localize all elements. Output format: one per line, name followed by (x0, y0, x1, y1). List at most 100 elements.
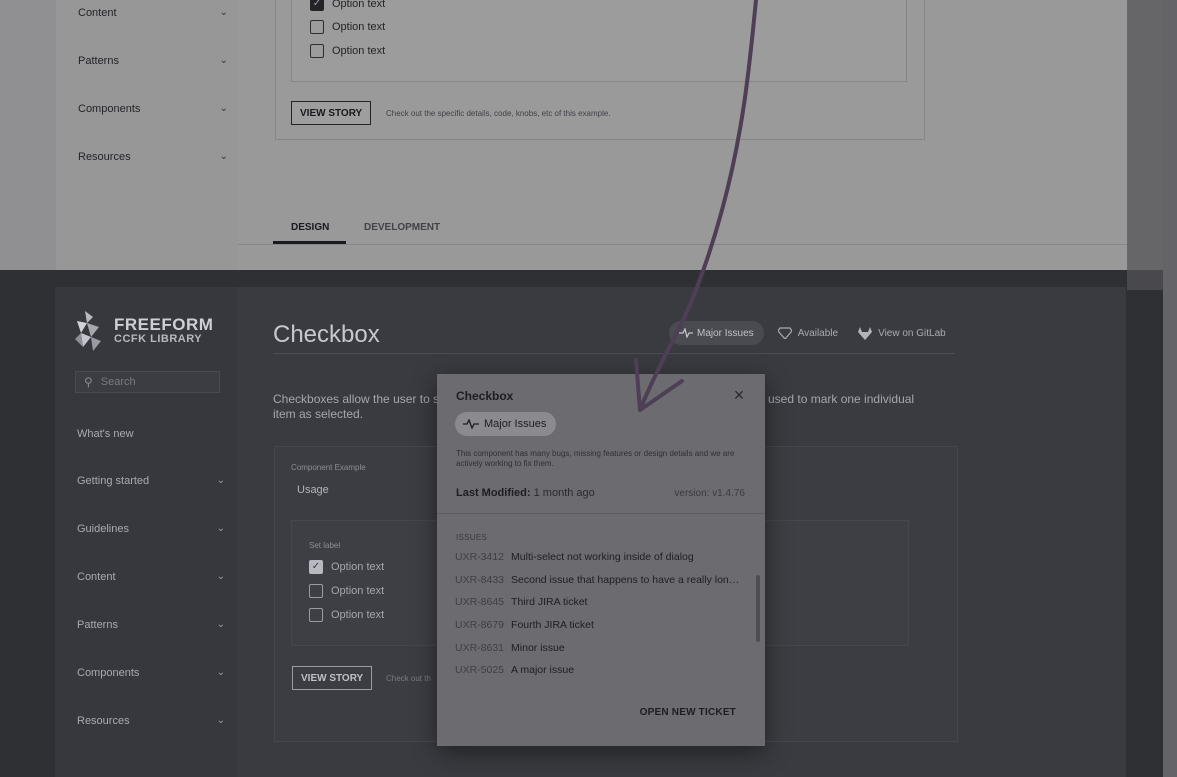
top-checkbox-3[interactable]: Option text (310, 44, 385, 58)
issue-row[interactable]: UXR-5025 A major issue (455, 664, 751, 678)
issues-dialog: Checkbox × Major Issues This component h… (437, 374, 765, 746)
freeform-logo-icon (75, 311, 101, 351)
checkbox-3[interactable]: Option text (309, 608, 384, 622)
checkbox-box (310, 44, 324, 58)
description-right: used to mark one individual (768, 392, 915, 406)
available-label: Available (797, 327, 839, 339)
edge-shade (1127, 0, 1163, 290)
chevron-down-icon: ⌄ (219, 103, 228, 114)
chevron-down-icon: ⌄ (216, 571, 225, 582)
top-nav-label: Resources (78, 151, 131, 163)
checkbox-1[interactable]: ✓ Option text (309, 560, 384, 574)
issue-id: UXR-3412 (455, 551, 505, 563)
chevron-down-icon: ⌄ (216, 619, 225, 630)
logo-title: FREEFORM (114, 315, 214, 334)
sidebar-item-guidelines[interactable]: Guidelines ⌄ (77, 523, 225, 535)
issue-text: Multi-select not working inside of dialo… (511, 551, 694, 563)
last-modified-label: Last Modified: (456, 487, 531, 499)
view-story-button[interactable]: VIEW STORY (292, 666, 373, 690)
check-icon: ✓ (309, 560, 323, 574)
last-modified-value: 1 month ago (533, 487, 595, 499)
sidebar-item-components[interactable]: Components ⌄ (77, 667, 225, 679)
top-demo-area (291, 0, 907, 82)
top-nav-item-content[interactable]: Content ⌄ (78, 7, 228, 19)
top-checkbox-1[interactable]: ✓ Option text (310, 0, 385, 11)
sidebar-item-label: Resources (77, 715, 130, 727)
chevron-down-icon: ⌄ (216, 475, 225, 486)
issue-id: UXR-8631 (455, 642, 505, 654)
issue-row[interactable]: UXR-8631 Minor issue (455, 642, 751, 656)
top-nav-item-patterns[interactable]: Patterns ⌄ (78, 55, 228, 67)
sidebar-item-getting-started[interactable]: Getting started ⌄ (77, 475, 225, 487)
dialog-divider (437, 513, 765, 514)
chevron-down-icon: ⌄ (219, 55, 228, 66)
issue-text: A major issue (511, 664, 575, 676)
checkbox-label: Option text (332, 0, 386, 10)
major-issues-label: Major Issues (697, 327, 754, 339)
issue-id: UXR-8433 (455, 574, 505, 586)
available-status: Available (777, 327, 839, 339)
top-nav-label: Content (78, 7, 117, 19)
issue-id: UXR-8645 (455, 596, 505, 608)
issue-row[interactable]: UXR-3412 Multi-select not working inside … (455, 551, 751, 565)
major-issues-badge: Major Issues (455, 412, 557, 436)
major-issues-badge[interactable]: Major Issues (669, 321, 764, 345)
top-nav-item-resources[interactable]: Resources ⌄ (78, 151, 228, 163)
top-main: ✓ Option text Option text Option text VIE… (238, 0, 1128, 270)
chevron-down-icon: ⌄ (216, 667, 225, 678)
top-nav-item-components[interactable]: Components ⌄ (78, 103, 228, 115)
top-checkbox-2[interactable]: Option text (310, 20, 385, 34)
pulse-icon (463, 419, 479, 429)
checkbox-2[interactable]: Option text (309, 584, 384, 598)
badge-label: Major Issues (484, 418, 547, 430)
issue-text: Minor issue (511, 642, 565, 654)
status-bar: Major Issues Available View on GitLab (669, 321, 946, 345)
description-line-2: item as selected. (273, 407, 364, 421)
checkbox-label: Option text (331, 561, 385, 573)
top-view-story-button[interactable]: VIEW STORY (291, 101, 372, 125)
edge-shade-right (1163, 0, 1177, 777)
sidebar-item-patterns[interactable]: Patterns ⌄ (77, 619, 225, 631)
issue-row[interactable]: UXR-8679 Fourth JIRA ticket (455, 619, 751, 633)
search-placeholder: Search (100, 376, 136, 388)
top-screenshot: Content ⌄ Patterns ⌄ Components ⌄ Resources… (0, 0, 1177, 270)
checkbox-box (309, 584, 323, 598)
diamond-icon (777, 327, 792, 339)
sidebar-item-label: What's new (77, 428, 134, 440)
gitlab-link[interactable]: View on GitLab (858, 326, 946, 340)
tab-development[interactable]: DEVELOPMENT (364, 222, 440, 233)
issue-id: UXR-5025 (455, 664, 505, 676)
issue-text: Second issue that happens to have a real… (511, 574, 740, 586)
tab-design[interactable]: DESIGN (291, 222, 329, 233)
close-icon[interactable]: × (730, 386, 748, 404)
checkbox-label: Option text (332, 21, 386, 33)
description-line-1: Checkboxes allow the user to s (273, 392, 440, 406)
pulse-icon (679, 328, 693, 338)
issue-row[interactable]: UXR-8433 Second issue that happens to hav… (455, 574, 751, 588)
sidebar-item-label: Guidelines (77, 523, 129, 535)
sidebar-item-label: Content (77, 571, 116, 583)
chevron-down-icon: ⌄ (219, 151, 228, 162)
issue-text: Third JIRA ticket (511, 596, 588, 608)
sidebar-item-resources[interactable]: Resources ⌄ (77, 715, 225, 727)
chevron-down-icon: ⌄ (216, 715, 225, 726)
search-input[interactable]: ⚲ Search (75, 371, 220, 393)
example-select[interactable]: Usage (297, 484, 329, 496)
open-new-ticket-button[interactable]: OPEN NEW TICKET (640, 707, 736, 718)
top-view-story-hint: Check out the specific details, code, kn… (386, 109, 611, 118)
sidebar-item-label: Patterns (77, 619, 118, 631)
chevron-down-icon: ⌄ (216, 523, 225, 534)
gitlab-icon (858, 326, 873, 340)
top-nav-label: Patterns (78, 55, 119, 67)
dialog-scrollbar[interactable] (756, 575, 760, 642)
page-title: Checkbox (273, 321, 380, 348)
sidebar-item-content[interactable]: Content ⌄ (77, 571, 225, 583)
screenshot-stage: Content ⌄ Patterns ⌄ Components ⌄ Resources… (0, 0, 1177, 777)
sidebar-item-label: Components (77, 667, 140, 679)
top-nav-label: Components (78, 103, 141, 115)
checkbox-box (309, 608, 323, 622)
gitlab-label: View on GitLab (878, 327, 946, 339)
issues-heading: ISSUES (456, 533, 488, 542)
issue-row[interactable]: UXR-8645 Third JIRA ticket (455, 596, 751, 610)
sidebar-item-whats-new[interactable]: What's new (77, 428, 225, 440)
